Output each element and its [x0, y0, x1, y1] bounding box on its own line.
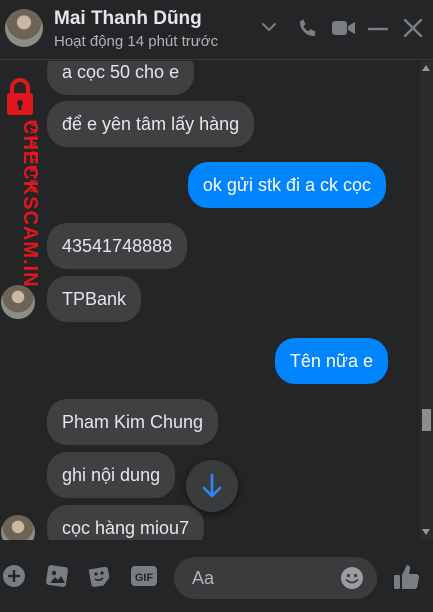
message-bubble-incoming: Pham Kim Chung: [47, 399, 219, 445]
scroll-to-bottom-button[interactable]: [186, 460, 238, 512]
message-bubble-incoming: ghi nội dung: [47, 452, 176, 498]
sticker-icon[interactable]: [87, 564, 113, 588]
message-bubble-outgoing: Tên nữa e: [274, 338, 388, 384]
message-bubble-incoming: cọc hàng miou7: [47, 505, 205, 540]
message-composer: GIF Aa: [0, 545, 433, 612]
contact-avatar-small[interactable]: [1, 285, 35, 319]
chat-header: Mai Thanh Dũng Hoạt động 14 phút trước: [0, 0, 433, 60]
scroll-thumb[interactable]: [422, 409, 431, 431]
message-input-placeholder: Aa: [192, 568, 215, 588]
contact-avatar-small[interactable]: [1, 515, 35, 540]
message-bubble-incoming: 43541748888: [47, 223, 188, 269]
thumbs-up-icon[interactable]: [392, 562, 422, 592]
emoji-icon[interactable]: [340, 566, 364, 590]
message-input[interactable]: Aa: [174, 557, 377, 599]
gif-icon[interactable]: GIF: [130, 564, 158, 588]
video-icon[interactable]: [331, 16, 357, 40]
close-icon[interactable]: [402, 16, 424, 40]
message-scrollbar[interactable]: [420, 61, 433, 540]
chevron-down-icon[interactable]: [262, 22, 276, 32]
phone-icon[interactable]: [296, 16, 320, 40]
svg-text:GIF: GIF: [135, 572, 154, 584]
plus-icon[interactable]: [2, 564, 26, 588]
message-bubble-incoming: a cọc 50 cho e: [47, 61, 195, 95]
contact-avatar[interactable]: [5, 9, 43, 47]
image-icon[interactable]: [44, 564, 70, 588]
minimize-icon[interactable]: [367, 16, 389, 40]
active-status: Hoạt động 14 phút trước: [54, 33, 219, 50]
message-bubble-incoming: để e yên tâm lấy hàng: [47, 101, 255, 147]
contact-name[interactable]: Mai Thanh Dũng: [54, 8, 202, 30]
arrow-down-icon: [202, 473, 222, 498]
message-bubble-incoming: TPBank: [47, 276, 142, 322]
scroll-down-arrow[interactable]: [422, 529, 430, 535]
message-bubble-outgoing: ok gửi stk đi a ck cọc: [187, 162, 386, 208]
scroll-up-arrow[interactable]: [422, 65, 430, 71]
